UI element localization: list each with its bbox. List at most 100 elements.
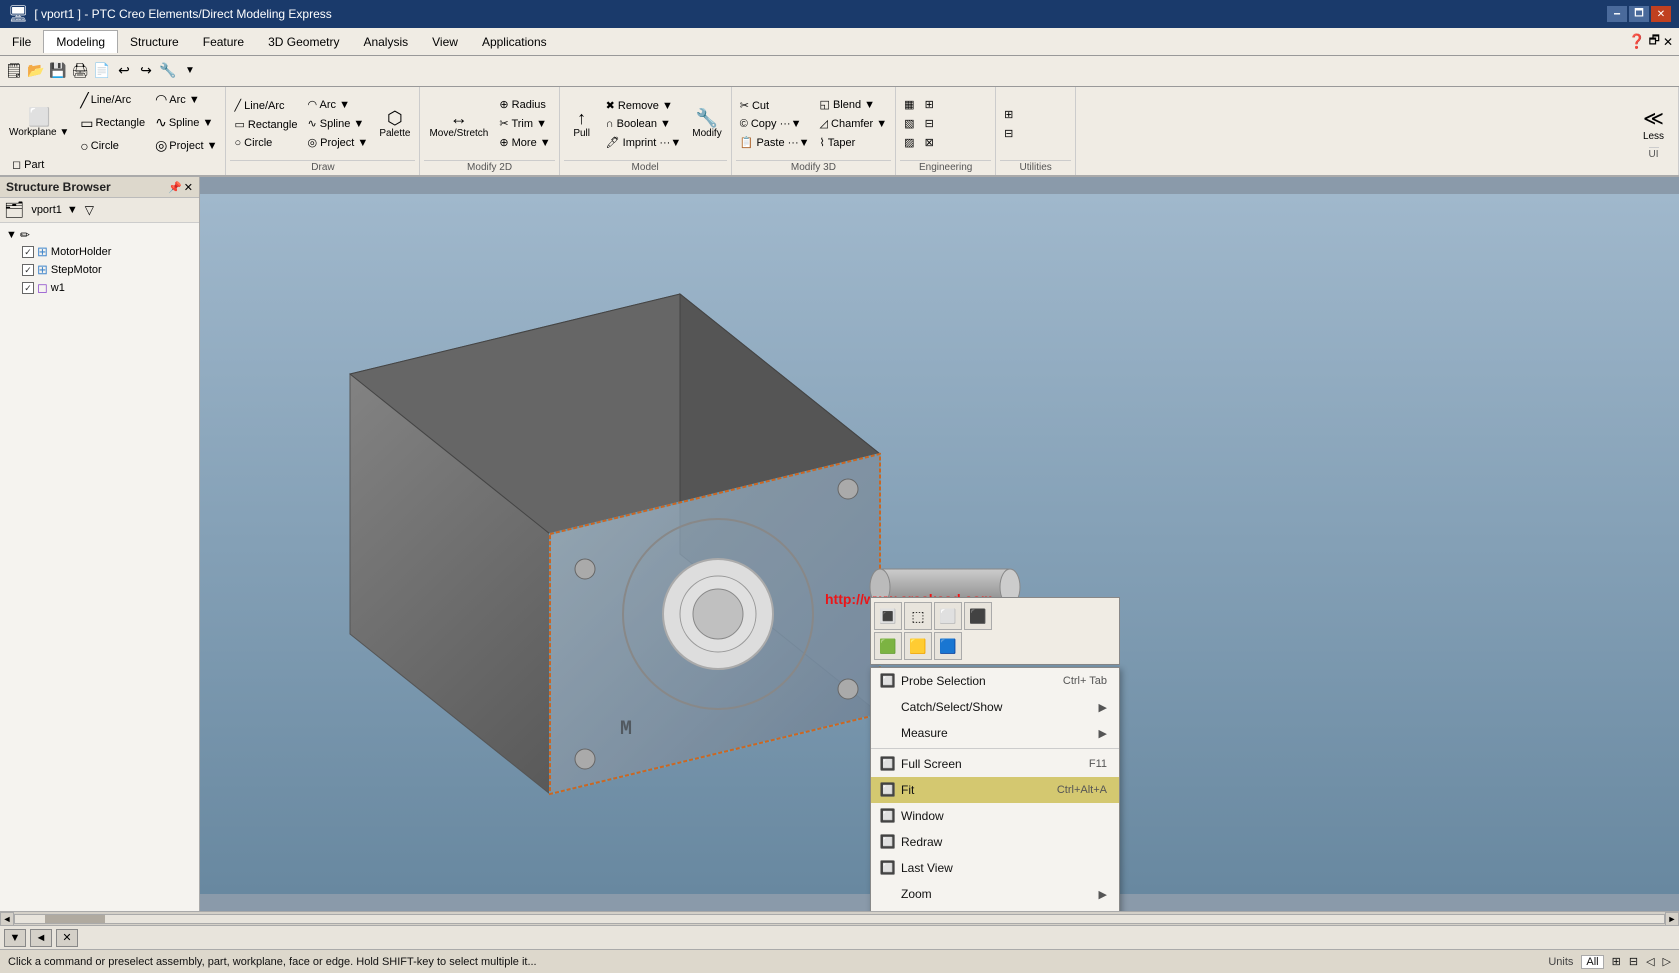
h-scrollbar-right-btn[interactable]: ►	[1665, 912, 1679, 926]
ribbon-part[interactable]: ◻ Part	[8, 156, 221, 173]
ctx-window[interactable]: 🔲 Window	[871, 803, 1119, 829]
ctx-full-screen[interactable]: 🔲 Full Screen F11	[871, 751, 1119, 777]
nav-dropdown-btn[interactable]: ▼	[4, 929, 26, 947]
tb-save2[interactable]: 🖨	[70, 60, 90, 80]
status-icon4[interactable]: ▷	[1663, 955, 1671, 968]
ribbon-line-arc[interactable]: ╱Line/Arc	[76, 90, 149, 111]
ribbon-copy[interactable]: © Copy ···▼	[736, 116, 814, 132]
status-icon1[interactable]: ⊞	[1612, 955, 1621, 968]
popup-icon-4[interactable]: ⬛	[964, 602, 992, 630]
status-icon3[interactable]: ◁	[1646, 955, 1654, 968]
ctx-rotate-center[interactable]: Rotate Center ▶	[871, 907, 1119, 911]
tb-save1[interactable]: 💾	[48, 60, 68, 80]
ribbon-modify[interactable]: 🔧 Modify	[687, 106, 726, 142]
ribbon-eng3[interactable]: ▨	[900, 134, 918, 151]
ribbon-project[interactable]: ◎Project ▼	[151, 135, 221, 156]
restore-icon[interactable]: 🗗	[1649, 31, 1660, 52]
sb-pin-btn[interactable]: 📌	[168, 181, 182, 194]
tb-undo[interactable]: ↩	[114, 60, 134, 80]
h-scrollbar-track[interactable]	[14, 914, 1665, 924]
sb-filter-btn[interactable]: ▽	[85, 203, 94, 217]
menu-modeling[interactable]: Modeling	[43, 30, 118, 53]
popup-icon-7[interactable]: 🟦	[934, 632, 962, 660]
sb-dropdown-btn[interactable]: ▼	[67, 204, 78, 216]
list-item[interactable]: ◻ w1	[20, 279, 195, 297]
sb-close-btn[interactable]: ✕	[184, 181, 193, 194]
section-label-utilities[interactable]: Utilities	[1000, 160, 1071, 173]
menu-analysis[interactable]: Analysis	[351, 31, 420, 53]
ribbon-radius[interactable]: ⊕ Radius	[495, 96, 554, 113]
help-icon[interactable]: ❓	[1628, 33, 1645, 50]
close-btn[interactable]: ✕	[1651, 6, 1671, 22]
ribbon-circle[interactable]: ○Circle	[76, 136, 149, 156]
menu-3dgeometry[interactable]: 3D Geometry	[256, 31, 351, 53]
ribbon-pull[interactable]: ↑ Pull	[564, 106, 600, 142]
menu-view[interactable]: View	[420, 31, 470, 53]
section-label-draw[interactable]: Draw	[230, 160, 415, 173]
ribbon-cut[interactable]: ✂ Cut	[736, 97, 814, 114]
ctx-redraw[interactable]: 🔲 Redraw	[871, 829, 1119, 855]
sb-root-expand[interactable]: ▼ ✏	[4, 227, 195, 243]
ribbon-draw-project[interactable]: ◎ Project ▼	[303, 134, 372, 151]
status-units-select[interactable]: All	[1581, 955, 1603, 969]
list-item[interactable]: ⊞ MotorHolder	[20, 243, 195, 261]
popup-icon-2[interactable]: ⬚	[904, 602, 932, 630]
ribbon-workplane[interactable]: ⬜ Workplane ▼	[4, 105, 74, 141]
menu-file[interactable]: File	[0, 31, 43, 53]
menu-structure[interactable]: Structure	[118, 31, 191, 53]
section-label-modify2d[interactable]: Modify 2D	[424, 160, 554, 173]
ribbon-eng1[interactable]: ▦	[900, 96, 918, 113]
ribbon-draw-rect[interactable]: ▭ Rectangle	[230, 116, 301, 133]
ribbon-less[interactable]: ≪ Less	[1636, 103, 1672, 145]
ribbon-util1[interactable]: ⊞	[1000, 106, 1017, 123]
list-item[interactable]: ⊞ StepMotor	[20, 261, 195, 279]
ribbon-util2[interactable]: ⊟	[1000, 125, 1017, 142]
tb-dropdown[interactable]: ▼	[180, 60, 200, 80]
popup-icon-6[interactable]: 🟨	[904, 632, 932, 660]
ribbon-eng4[interactable]: ⊞	[921, 96, 938, 113]
ribbon-more[interactable]: ⊕ More ▼	[495, 134, 554, 151]
ribbon-palette[interactable]: ⬡ Palette	[374, 106, 415, 142]
ribbon-draw-circle[interactable]: ○ Circle	[230, 135, 301, 151]
maximize-btn[interactable]: 🗖	[1629, 6, 1649, 22]
section-label-model[interactable]: Model	[564, 160, 727, 173]
popup-icon-1[interactable]: 🔳	[874, 602, 902, 630]
popup-icon-5[interactable]: 🟩	[874, 632, 902, 660]
ribbon-move-stretch[interactable]: ↔ Move/Stretch	[424, 106, 493, 142]
ctx-measure[interactable]: Measure ▶	[871, 720, 1119, 746]
ribbon-draw-arc[interactable]: ◠ Arc ▼	[303, 96, 372, 113]
tb-print[interactable]: 📄	[92, 60, 112, 80]
ribbon-chamfer[interactable]: ◿ Chamfer ▼	[816, 115, 892, 132]
minimize-btn[interactable]: 🗕	[1607, 6, 1627, 22]
ribbon-eng6[interactable]: ⊠	[921, 134, 938, 151]
ribbon-remove[interactable]: ✖ Remove ▼	[602, 97, 686, 114]
viewport[interactable]: M http://www.crackcad.com 🔳 ⬚ ⬜ ⬛ 🟩 🟨 🟦	[200, 177, 1679, 911]
close-doc-icon[interactable]: ✕	[1663, 35, 1673, 49]
tb-redo[interactable]: ↪	[136, 60, 156, 80]
nav-close-btn[interactable]: ✕	[56, 929, 78, 947]
ribbon-rectangle[interactable]: ▭Rectangle	[76, 113, 149, 134]
sb-check-motorholder[interactable]	[22, 246, 34, 258]
section-label-engineering[interactable]: Engineering	[900, 160, 991, 173]
ribbon-blend[interactable]: ◱ Blend ▼	[816, 96, 892, 113]
ribbon-arc[interactable]: ◠Arc ▼	[151, 89, 221, 110]
tb-new[interactable]: 🗒	[4, 60, 24, 80]
ribbon-draw-spline[interactable]: ∿ Spline ▼	[303, 115, 372, 132]
popup-icon-3[interactable]: ⬜	[934, 602, 962, 630]
ribbon-spline[interactable]: ∿Spline ▼	[151, 112, 221, 133]
section-label-ui[interactable]: ui	[1649, 147, 1659, 160]
ribbon-boolean[interactable]: ∩ Boolean ▼	[602, 116, 686, 132]
ribbon-eng5[interactable]: ⊟	[921, 115, 938, 132]
ribbon-imprint[interactable]: 🖊 Imprint ···▼	[602, 134, 686, 151]
sb-check-w1[interactable]	[22, 282, 34, 294]
menu-feature[interactable]: Feature	[191, 31, 256, 53]
ctx-probe-selection[interactable]: 🔲 Probe Selection Ctrl+ Tab	[871, 668, 1119, 694]
ribbon-eng2[interactable]: ▧	[900, 115, 918, 132]
tb-open[interactable]: 📂	[26, 60, 46, 80]
sb-check-stepmotor[interactable]	[22, 264, 34, 276]
ribbon-draw-line[interactable]: ╱ Line/Arc	[230, 97, 301, 114]
ctx-last-view[interactable]: 🔲 Last View	[871, 855, 1119, 881]
tb-tool[interactable]: 🔧	[158, 60, 178, 80]
section-label-modify3d[interactable]: Modify 3D	[736, 160, 891, 173]
status-icon2[interactable]: ⊟	[1629, 955, 1638, 968]
